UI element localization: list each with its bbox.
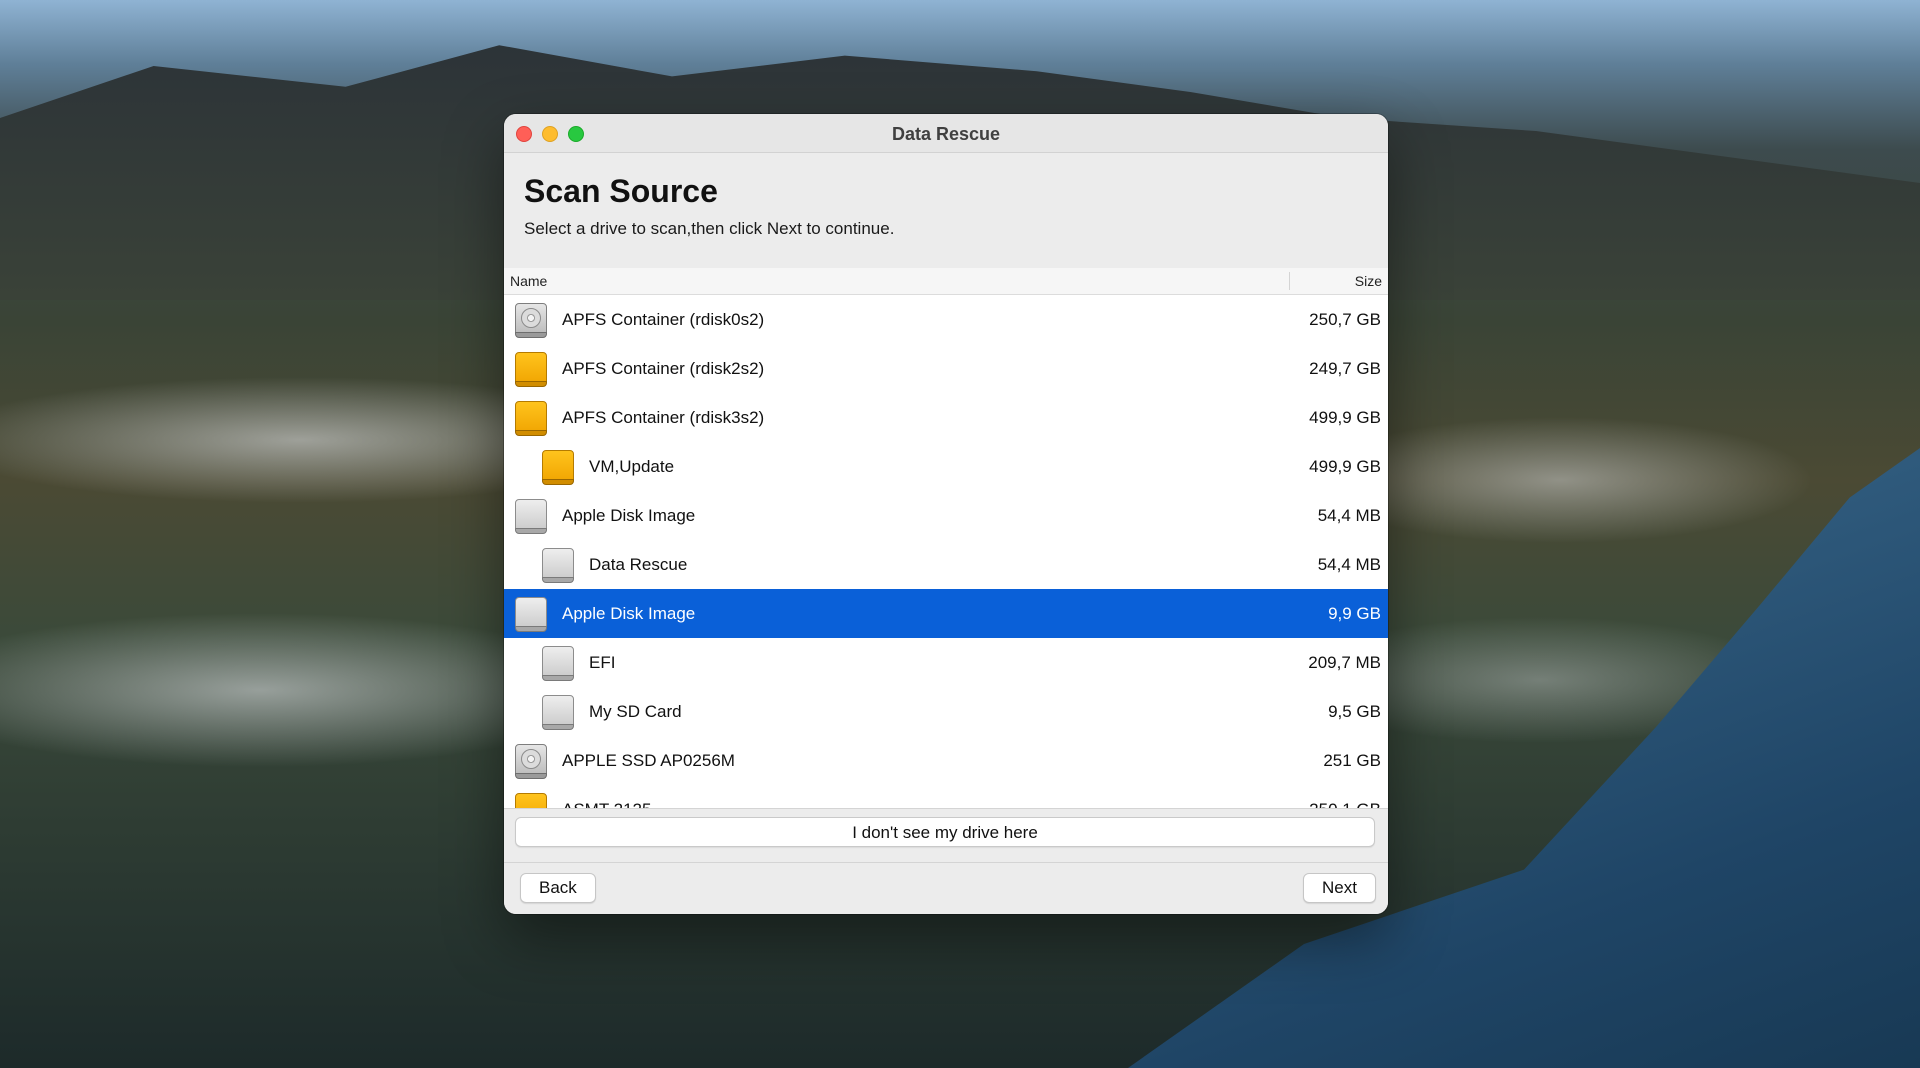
column-header-size[interactable]: Size <box>1290 273 1388 289</box>
drive-list[interactable]: Name Size APFS Container (rdisk0s2) 250,7… <box>504 268 1388 808</box>
drive-row[interactable]: ASMT 2125250,1 GB <box>504 785 1388 808</box>
drive-name: Apple Disk Image <box>562 505 696 525</box>
external-disk-icon <box>541 448 577 486</box>
page-header: Scan Source Select a drive to scan,then … <box>504 153 1388 269</box>
disk-image-icon <box>541 693 577 731</box>
drive-name: My SD Card <box>589 701 682 721</box>
drive-size: 9,9 GB <box>1328 603 1381 623</box>
drive-size: 499,9 GB <box>1309 407 1381 427</box>
drive-name: VM,Update <box>589 456 675 476</box>
drive-name: Data Rescue <box>589 554 688 574</box>
column-header-name[interactable]: Name <box>504 272 1290 290</box>
drive-size: 54,4 MB <box>1317 554 1381 574</box>
next-button[interactable]: Next <box>1303 873 1376 903</box>
missing-drive-button[interactable]: I don't see my drive here <box>515 817 1375 847</box>
drive-size: 209,7 MB <box>1308 652 1381 672</box>
drive-row[interactable]: My SD Card 9,5 GB <box>504 687 1388 736</box>
drive-name: APFS Container (rdisk3s2) <box>562 407 765 427</box>
drive-row[interactable]: Data Rescue 54,4 MB <box>504 540 1388 589</box>
drive-size: 250,1 GB <box>1261 800 1388 809</box>
drive-row[interactable]: VM,Update 499,9 GB <box>504 442 1388 491</box>
window-title: Data Rescue <box>891 124 1001 144</box>
drive-row[interactable]: APFS Container (rdisk0s2) 250,7 GB <box>504 295 1388 344</box>
drive-size: 9,5 GB <box>1328 701 1381 721</box>
page-subtitle: Select a drive to scan,then click Next t… <box>524 219 895 238</box>
external-disk-icon <box>514 791 550 808</box>
drive-size: 249,7 GB <box>1309 358 1381 378</box>
disk-image-icon <box>514 497 550 535</box>
external-disk-icon <box>514 350 550 388</box>
disk-image-icon <box>541 546 577 584</box>
drive-name: APPLE SSD AP0256M <box>562 750 735 770</box>
drive-row-selected[interactable]: Apple Disk Image 9,9 GB <box>504 589 1388 638</box>
drive-row[interactable]: Apple Disk Image 54,4 MB <box>504 491 1388 540</box>
drive-size: 54,4 MB <box>1317 505 1381 525</box>
drive-name: Apple Disk Image <box>562 603 696 623</box>
internal-disk-icon <box>514 742 550 780</box>
helper-bar: I don't see my drive here <box>504 808 1388 862</box>
drive-name: EFI <box>589 652 616 672</box>
drive-rows: APFS Container (rdisk0s2) 250,7 GB APFS Co… <box>504 295 1388 808</box>
data-rescue-window: Data Rescue Scan Source Select a drive t… <box>504 114 1388 914</box>
drive-name: ASMT 2125 <box>562 800 1261 809</box>
drive-size: 499,9 GB <box>1309 456 1381 476</box>
drive-row[interactable]: APFS Container (rdisk2s2) 249,7 GB <box>504 344 1388 393</box>
drive-name: APFS Container (rdisk2s2) <box>562 358 765 378</box>
back-button[interactable]: Back <box>520 873 596 903</box>
drive-size: 251 GB <box>1323 750 1381 770</box>
column-header-row: Name Size <box>504 268 1388 295</box>
external-disk-icon <box>514 399 550 437</box>
drive-row[interactable]: APPLE SSD AP0256M 251 GB <box>504 736 1388 785</box>
drive-size: 250,7 GB <box>1309 309 1381 329</box>
drive-row[interactable]: APFS Container (rdisk3s2) 499,9 GB <box>504 393 1388 442</box>
internal-disk-icon <box>514 301 550 339</box>
drive-name: APFS Container (rdisk0s2) <box>562 309 765 329</box>
page-title: Scan Source <box>524 173 718 209</box>
footer-bar: Back Next <box>504 862 1388 914</box>
title-bar[interactable]: Data Rescue <box>504 114 1388 153</box>
drive-row[interactable]: EFI 209,7 MB <box>504 638 1388 687</box>
disk-image-icon <box>514 595 550 633</box>
disk-image-icon <box>541 644 577 682</box>
